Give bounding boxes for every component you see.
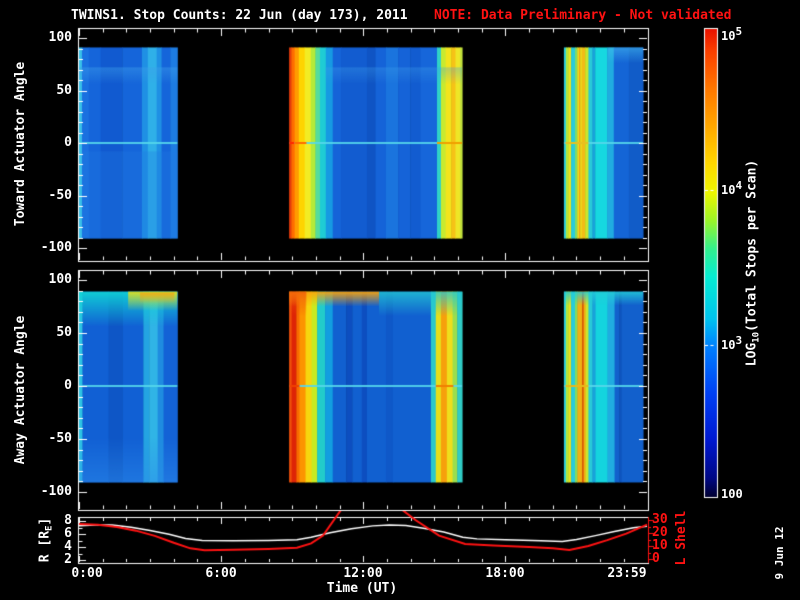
panel2-y-axis-title: Away Actuator Angle: [13, 315, 28, 465]
date-stamp: 9 Jun 12: [773, 526, 786, 580]
x-axis-tick: 0:00: [71, 566, 103, 581]
colorbar-tick: 103: [721, 334, 743, 352]
panel2-ytick: -50: [48, 431, 72, 446]
x-axis-tick: 6:00: [205, 566, 237, 581]
plot-title: TWINS1. Stop Counts: 22 Jun (day 173), 2…: [71, 8, 408, 23]
panel1-ytick: 100: [48, 30, 72, 45]
colorbar-tick: 104: [721, 179, 743, 197]
x-axis-tick: 12:00: [343, 566, 383, 581]
panel2-ytick: -100: [40, 484, 72, 499]
preliminary-note: NOTE: Data Preliminary - Not validated: [434, 8, 732, 23]
x-axis-title: Time (UT): [326, 581, 398, 596]
panel2-ytick: 0: [64, 378, 72, 393]
colorbar-tick: 100: [721, 487, 743, 501]
x-axis-tick: 18:00: [485, 566, 525, 581]
lshell-axis-tick: 0: [652, 551, 660, 566]
panel1-ytick: -50: [48, 188, 72, 203]
panel2-ytick: 100: [48, 272, 72, 287]
twins-stop-counts-plot: TWINS1. Stop Counts: 22 Jun (day 173), 2…: [0, 0, 800, 600]
panel1-y-axis-title: Toward Actuator Angle: [13, 61, 28, 227]
panel1-ytick: 0: [64, 135, 72, 150]
panel1-ytick: -100: [40, 240, 72, 255]
colorbar-tick: 105: [721, 25, 743, 43]
panel1-ytick: 50: [56, 83, 72, 98]
x-axis-tick: 23:59: [607, 566, 647, 581]
panel2-ytick: 50: [56, 325, 72, 340]
